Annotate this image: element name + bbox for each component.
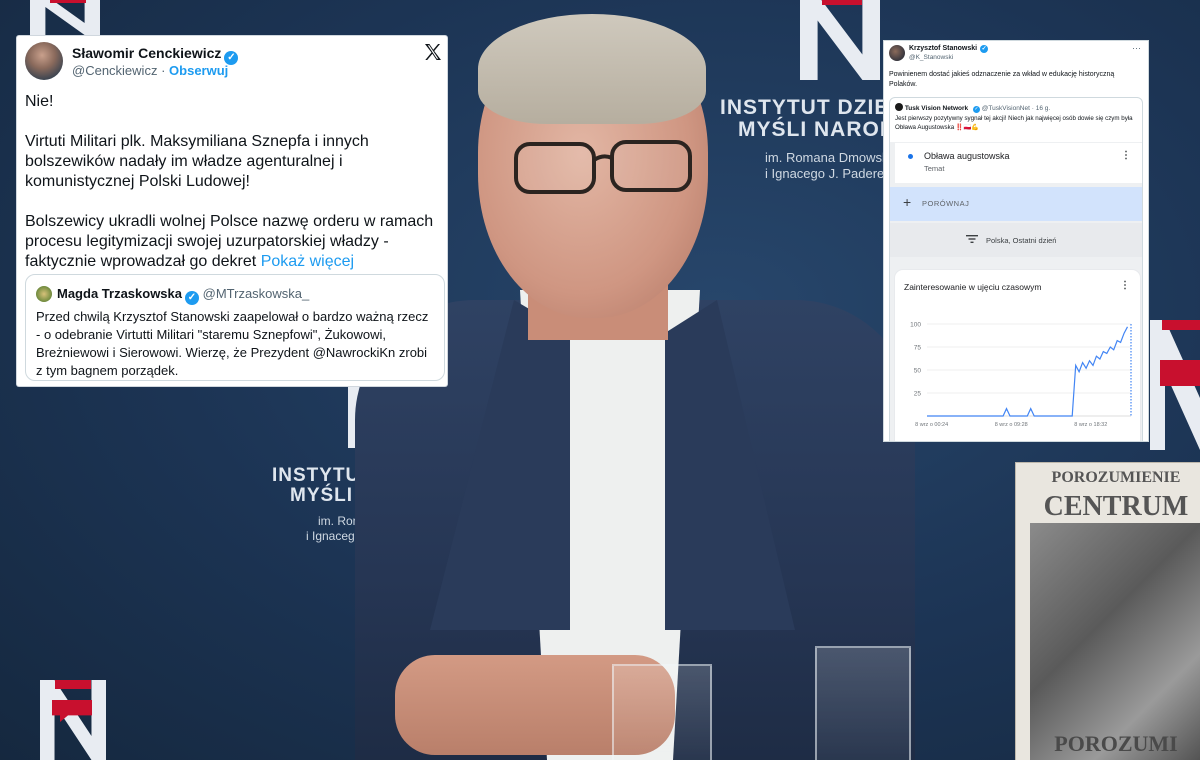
- y-tick-label: 75: [914, 345, 922, 352]
- tweet-card-stanowski[interactable]: Krzysztof Stanowski ✓ @K_Stanowski ··· Po…: [884, 41, 1148, 441]
- institute-subtitle-top: im. Romana Dmowsk i Ignacego J. Paderews: [765, 150, 901, 182]
- quote-handle: @TuskVisionNet: [981, 105, 1030, 112]
- author-name[interactable]: Sławomir Cenckiewicz ✓: [72, 45, 239, 65]
- tweet-paragraph: Nie!: [25, 93, 54, 110]
- series-dot-icon: [908, 154, 913, 159]
- institute-logo-top-left: [30, 0, 100, 35]
- verified-badge-icon: ✓: [972, 106, 980, 113]
- quoted-tweet[interactable]: Tusk Vision Network ✓ @TuskVisionNet · 1…: [889, 97, 1143, 441]
- author-handle-row: @Cenckiewicz · Obserwuj: [72, 63, 228, 78]
- compare-button[interactable]: + PORÓWNAJ: [890, 187, 1142, 221]
- filter-bar[interactable]: Polska, Ostatni dzień: [890, 223, 1142, 257]
- quote-avatar[interactable]: [36, 286, 52, 302]
- trend-line: [927, 326, 1129, 417]
- tweet-paragraph: Bolszewicy ukradli wolnej Polsce nazwę o…: [25, 213, 434, 270]
- interest-line-chart: 100 75 50 25 8 wrz o 00:24 8 wrz o 09:28 8 wrz…: [910, 322, 1132, 428]
- water-glass-right: [815, 646, 911, 760]
- institute-logo-right: [1150, 320, 1200, 450]
- y-tick-label: 50: [914, 368, 922, 375]
- quoted-tweet[interactable]: Magda Trzaskowska ✓ @MTrzaskowska_ Przed …: [25, 274, 445, 381]
- chart-title: Zainteresowanie w ujęciu czasowym: [904, 282, 1042, 292]
- water-glass-left: [612, 664, 712, 760]
- more-vertical-icon[interactable]: ⋮: [1120, 280, 1130, 291]
- avatar[interactable]: [25, 42, 63, 80]
- book-photo: [1030, 523, 1200, 760]
- author-handle[interactable]: @K_Stanowski: [909, 54, 953, 61]
- quote-author[interactable]: Tusk Vision Network: [905, 105, 968, 112]
- tweet-text: Nie! Virtuti Militari plk. Maksymiliana …: [25, 92, 443, 272]
- quote-handle: @MTrzaskowska_: [202, 286, 310, 301]
- tweet-card-cenckiewicz[interactable]: Sławomir Cenckiewicz ✓ @Cenckiewicz · Obs…: [17, 36, 447, 386]
- separator: ·: [1031, 105, 1034, 112]
- x-tick-label: 8 wrz o 09:28: [995, 422, 1028, 428]
- topic-subtitle: Temat: [924, 164, 945, 173]
- x-logo-icon[interactable]: [423, 42, 443, 62]
- quote-text: Jest pierwszy pozytywny sygnał tej akcji…: [895, 115, 1133, 131]
- separator: ·: [161, 63, 166, 78]
- y-tick-label: 100: [910, 322, 921, 329]
- trend-topic-card[interactable]: Obława augustowska Temat ⋮: [895, 143, 1142, 183]
- avatar[interactable]: [889, 45, 905, 61]
- plus-icon: +: [903, 194, 912, 210]
- quote-header: Tusk Vision Network ✓ @TuskVisionNet · 1…: [895, 103, 1050, 113]
- author-name[interactable]: Krzysztof Stanowski ✓: [909, 45, 989, 53]
- author-handle[interactable]: @Cenckiewicz: [72, 63, 157, 78]
- y-tick-label: 25: [914, 391, 922, 398]
- x-tick-label: 8 wrz o 00:24: [915, 422, 948, 428]
- show-more-link[interactable]: Pokaż więcej: [261, 253, 354, 270]
- institute-logo-bottom: [40, 680, 106, 760]
- topic-title: Obława augustowska: [924, 151, 1010, 161]
- quote-time: 16 g.: [1035, 105, 1051, 112]
- tweet-paragraph: Virtuti Militari plk. Maksymiliana Sznep…: [25, 133, 369, 190]
- more-vertical-icon[interactable]: ⋮: [1121, 150, 1131, 161]
- filter-label: Polska, Ostatni dzień: [986, 236, 1057, 245]
- quote-avatar[interactable]: [895, 103, 903, 111]
- quote-author[interactable]: Magda Trzaskowska ✓ @MTrzaskowska_: [57, 286, 309, 305]
- filter-icon: [966, 235, 978, 243]
- more-horizontal-icon[interactable]: ···: [1132, 43, 1141, 53]
- glasses-icon: [514, 140, 692, 194]
- verified-badge-icon: ✓: [980, 45, 989, 53]
- interest-over-time-card: Zainteresowanie w ujęciu czasowym ⋮ 100 7…: [895, 270, 1140, 441]
- x-tick-label: 8 wrz o 18:32: [1074, 422, 1107, 428]
- tweet-text: Powinienem dostać jakieś odznaczenie za …: [889, 71, 1115, 88]
- institute-logo-top: [800, 0, 880, 80]
- quote-text: Przed chwilą Krzysztof Stanowski zaapelo…: [36, 309, 429, 378]
- verified-badge-icon: ✓: [185, 291, 199, 305]
- compare-label: PORÓWNAJ: [922, 199, 970, 208]
- follow-button[interactable]: Obserwuj: [169, 63, 228, 78]
- hair: [478, 14, 706, 124]
- book-cover: POROZUMIENIE CENTRUM POROZUMI: [1015, 462, 1200, 760]
